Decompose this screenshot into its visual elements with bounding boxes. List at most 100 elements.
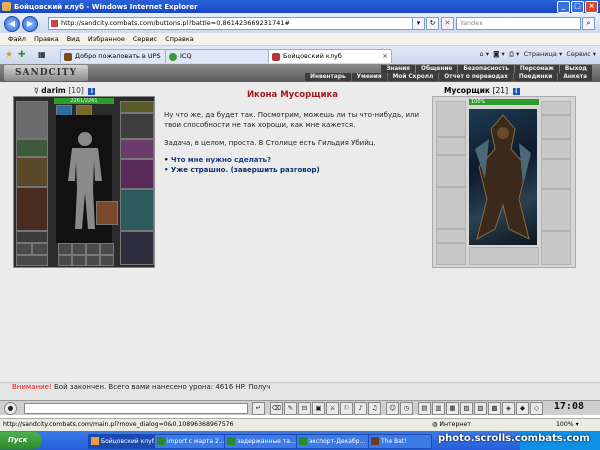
stop-button[interactable]: ✕	[441, 17, 454, 30]
fight-icon[interactable]: ⚔	[326, 402, 339, 415]
weapon-right-slot[interactable]	[120, 159, 154, 189]
tools-menu[interactable]: Сервис	[566, 50, 590, 58]
nav-skills[interactable]: Умения	[351, 73, 387, 81]
nav-my-scroll[interactable]: Мой Скролл	[387, 73, 439, 81]
menu-favorites[interactable]: Избранное	[88, 35, 125, 43]
bracer-slot[interactable]	[16, 139, 48, 157]
zoom-level[interactable]: 100% ▾	[556, 419, 579, 431]
save-icon[interactable]: ▣	[312, 402, 325, 415]
nav-character[interactable]: Персонаж	[514, 65, 559, 73]
task-label: import с марта 2...	[167, 438, 225, 445]
forward-button[interactable]: ▶	[22, 16, 38, 32]
menu-edit[interactable]: Правка	[34, 35, 59, 43]
player-name[interactable]: darim	[41, 86, 66, 95]
chat-mode-icon[interactable]: ●	[4, 402, 17, 415]
search-input[interactable]: Yandex	[456, 17, 581, 30]
search-button[interactable]: ⌕	[582, 17, 595, 30]
tab-list-icon[interactable]: ▦	[38, 50, 46, 59]
gloves-slot[interactable]	[120, 113, 154, 139]
window-title: Бойцовский клуб - Windows Internet Explo…	[14, 2, 198, 11]
rune-slot-2[interactable]	[72, 243, 86, 255]
boots-slot[interactable]	[120, 231, 154, 265]
music-icon[interactable]: ♪	[354, 402, 367, 415]
scroll-icon-2[interactable]: ▥	[432, 402, 445, 415]
menu-tools[interactable]: Сервис	[133, 35, 157, 43]
scroll-icon-8[interactable]: ◆	[516, 402, 529, 415]
weapon-left-slot[interactable]	[16, 157, 48, 187]
ring-slot-2[interactable]	[32, 243, 48, 255]
task-export[interactable]: экспорт-Декабр...	[296, 434, 378, 449]
nav-chat[interactable]: Общение	[416, 65, 458, 73]
mob-info-icon[interactable]: i	[512, 88, 520, 95]
scroll-icon-3[interactable]: ▦	[446, 402, 459, 415]
refresh-button[interactable]: ↻	[426, 17, 439, 30]
run-icon[interactable]: ⚐	[340, 402, 353, 415]
feeds-icon[interactable]: ◙ ▾	[493, 50, 505, 58]
tab-ups[interactable]: Добро пожаловать в UPS	[60, 49, 168, 63]
chat-input[interactable]	[24, 403, 248, 414]
address-dropdown-button[interactable]: ▾	[412, 17, 425, 30]
scroll-icon-5[interactable]: ▨	[474, 402, 487, 415]
task-import[interactable]: import с марта 2...	[154, 434, 234, 449]
rune-slot-8[interactable]	[100, 255, 114, 266]
rune-slot-6[interactable]	[72, 255, 86, 266]
maximize-button[interactable]: □	[571, 1, 584, 13]
filter-icon[interactable]: ⊟	[298, 402, 311, 415]
ring-slot-1[interactable]	[16, 243, 32, 255]
scroll-icon-9[interactable]: ◇	[530, 402, 543, 415]
clock-icon[interactable]: ◷	[400, 402, 413, 415]
option-what-to-do-link[interactable]: Что мне нужно сделать?	[171, 156, 271, 164]
nav-exit[interactable]: Выход	[559, 65, 592, 73]
helmet-slot[interactable]	[16, 101, 48, 139]
tab-combats[interactable]: Бойцовский клуб ×	[268, 49, 392, 63]
leggings-slot[interactable]	[120, 189, 154, 231]
nav-knowledge[interactable]: Знания	[381, 65, 416, 73]
start-button[interactable]: Пуск	[0, 432, 42, 449]
smiley-icon[interactable]: ☺	[386, 402, 399, 415]
task-combats[interactable]: Бойцовский клуб...	[88, 434, 164, 449]
ring-slot-3[interactable]	[16, 255, 48, 266]
add-favorite-icon[interactable]: ✚	[18, 50, 26, 60]
print-icon[interactable]: ⎙ ▾	[509, 50, 520, 58]
send-icon[interactable]: ↵	[252, 402, 265, 415]
menu-view[interactable]: Вид	[67, 35, 80, 43]
task-label: Бойцовский клуб...	[101, 438, 162, 445]
home-icon[interactable]: ⌂ ▾	[480, 50, 489, 58]
menu-file[interactable]: Файл	[8, 35, 26, 43]
tab-icq[interactable]: ICQ	[165, 49, 271, 63]
rune-slot-3[interactable]	[86, 243, 100, 255]
sound-icon[interactable]: ♫	[368, 402, 381, 415]
page-menu[interactable]: Страница	[524, 50, 557, 58]
back-button[interactable]: ◀	[4, 16, 20, 32]
nav-transfer-report[interactable]: Отчет о переводах	[439, 73, 513, 81]
nav-profile[interactable]: Анкета	[558, 73, 592, 81]
close-tab-icon[interactable]: ×	[382, 50, 388, 63]
nav-security[interactable]: Безопасность	[458, 65, 514, 73]
shield-slot[interactable]	[120, 139, 154, 159]
task-detained[interactable]: задержанные та...	[224, 434, 306, 449]
armor-slot[interactable]	[16, 187, 48, 231]
rune-slot-1[interactable]	[58, 243, 72, 255]
scroll-icon-1[interactable]: ▤	[418, 402, 431, 415]
option-end-conversation-link[interactable]: Уже страшно. (завершить разговор)	[171, 166, 320, 174]
favorites-star-icon[interactable]: ★	[5, 50, 13, 60]
address-input[interactable]: http://sandcity.combats.com/buttons.pl?b…	[48, 17, 422, 30]
pet-slot[interactable]	[96, 201, 118, 225]
clear-icon[interactable]: ⌫	[270, 402, 283, 415]
task-thebat[interactable]: The Bat!	[368, 434, 432, 449]
scroll-icon-6[interactable]: ▩	[488, 402, 501, 415]
edit-icon[interactable]: ✎	[284, 402, 297, 415]
minimize-button[interactable]: _	[557, 1, 570, 13]
rune-slot-5[interactable]	[58, 255, 72, 266]
scroll-icon-7[interactable]: ◈	[502, 402, 515, 415]
nav-inventory[interactable]: Инвентарь	[305, 73, 351, 81]
menu-help[interactable]: Справка	[165, 35, 194, 43]
necklace-slot[interactable]	[120, 101, 154, 113]
player-info-icon[interactable]: i	[88, 88, 96, 95]
rune-slot-4[interactable]	[100, 243, 114, 255]
close-window-button[interactable]: ×	[585, 1, 598, 13]
nav-fights[interactable]: Поединки	[513, 73, 558, 81]
belt-slot[interactable]	[16, 231, 48, 243]
scroll-icon-4[interactable]: ▧	[460, 402, 473, 415]
rune-slot-7[interactable]	[86, 255, 100, 266]
